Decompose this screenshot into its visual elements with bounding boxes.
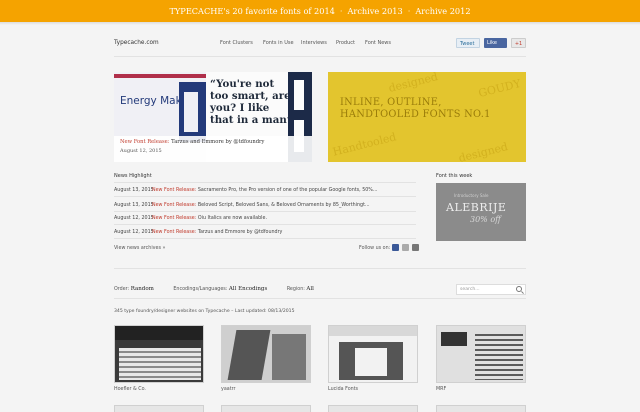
hero-right-feature[interactable]: designed GOUDY Handtooled designed INLIN…	[328, 72, 526, 162]
bg-word: designed	[457, 140, 510, 162]
top-bar-links: TYPECACHE's 20 favorite fonts of 2014 · Ar…	[0, 0, 640, 22]
order-label: Order:	[114, 287, 130, 292]
foundry-thumbnail[interactable]	[328, 325, 418, 383]
fotw-intro: Introductory Sale	[454, 193, 489, 198]
bg-word: Handtooled	[331, 130, 398, 159]
fotw-offer: 30% off	[470, 215, 501, 224]
font-this-week-heading: Font this week	[436, 173, 473, 179]
thumb-header	[115, 326, 203, 340]
encodings-label: Encodings/Languages:	[173, 287, 228, 292]
thumb-shape	[227, 330, 271, 380]
news-text: Oiu Italics are now available.	[196, 216, 267, 221]
encodings-select[interactable]: All Encodings	[229, 286, 267, 292]
section-divider	[114, 268, 526, 269]
caption-text: Tarzus and Emmore by @tdfoundry	[169, 139, 265, 145]
tweet-button[interactable]: Tweet	[456, 38, 480, 48]
quote-text: “You're not too smart, are you? I like t…	[210, 78, 293, 126]
nav-interviews[interactable]: Interviews	[301, 40, 327, 46]
facebook-icon[interactable]	[392, 244, 399, 251]
foundry-thumbnail-next[interactable]	[221, 405, 311, 412]
news-archives-link[interactable]: View news archives »	[114, 246, 165, 251]
news-text: Tarzus and Emmore by @tdfoundry	[196, 230, 283, 235]
news-item[interactable]: August 12, 2015New Font Release: Oiu Ita…	[114, 212, 416, 225]
region-label: Region:	[286, 287, 305, 292]
foundry-thumbnail-next[interactable]	[436, 405, 526, 412]
thumb-specimen	[119, 348, 201, 380]
nav-product[interactable]: Product	[336, 40, 355, 46]
bg-word: designed	[387, 72, 440, 95]
fotw-name: ALEBRIJE	[446, 201, 507, 214]
search-placeholder: search...	[460, 287, 480, 292]
listing-count: 345 type foundry/designer websites on Ty…	[114, 309, 295, 314]
foundry-name[interactable]: Lucida Fonts	[328, 387, 358, 392]
caption-tag: New Font Release:	[120, 139, 170, 145]
thumb-specimen	[475, 334, 523, 380]
foundry-name[interactable]: Hoefler & Co.	[114, 387, 146, 392]
order-select[interactable]: Random	[131, 286, 154, 292]
news-divider	[114, 182, 416, 183]
thumb-logo	[441, 332, 467, 346]
specimen-bar	[114, 74, 206, 78]
thumb-shape	[272, 334, 306, 380]
hero-caption-date: August 12, 2015	[120, 148, 162, 154]
news-date: August 12, 2015	[114, 230, 154, 235]
like-label: Like	[487, 40, 497, 46]
hero-right-headline: INLINE, OUTLINE, HANDTOOLED FONTS NO.1	[340, 97, 491, 120]
news-date: August 12, 2015	[114, 216, 154, 221]
numeral-counter	[184, 92, 198, 132]
separator: ·	[339, 6, 343, 16]
region-select[interactable]: All	[306, 286, 314, 292]
archive-2013-link[interactable]: Archive 2013	[348, 6, 403, 16]
search-input[interactable]: search...	[456, 284, 526, 295]
archive-2012-link[interactable]: Archive 2012	[415, 6, 470, 16]
foundry-thumbnail[interactable]	[221, 325, 311, 383]
separator: ·	[407, 6, 411, 16]
hero-caption[interactable]: New Font Release: Tarzus and Emmore by @…	[114, 136, 312, 162]
thumb-specimen-counter	[355, 348, 387, 376]
news-item[interactable]: August 13, 2015New Font Release: Sacrame…	[114, 184, 416, 197]
news-tag: New Font Release:	[152, 188, 197, 193]
news-item[interactable]: August 12, 2015New Font Release: Tarzus …	[114, 226, 416, 239]
facebook-like-button[interactable]: Like	[484, 38, 507, 48]
news-tag: New Font Release:	[152, 216, 197, 221]
news-item[interactable]: August 13, 2015New Font Release: Beloved…	[114, 199, 416, 212]
search-icon[interactable]	[516, 286, 522, 292]
filter-divider	[114, 298, 526, 299]
hero-caption-title: New Font Release: Tarzus and Emmore by @…	[120, 139, 306, 145]
foundry-thumbnail-next[interactable]	[114, 405, 204, 412]
pinterest-icon[interactable]	[412, 244, 419, 251]
news-tag: New Font Release:	[152, 203, 197, 208]
header-divider	[114, 56, 526, 57]
filter-bar: Order: Random Encodings/Languages: All E…	[114, 286, 314, 292]
foundry-thumbnail-next[interactable]	[328, 405, 418, 412]
foundry-thumbnail[interactable]	[436, 325, 526, 383]
font-this-week-banner[interactable]: Introductory Sale ALEBRIJE 30% off	[436, 183, 526, 241]
site-logo[interactable]: Typecache.com	[114, 40, 159, 46]
nav-fonts-in-use[interactable]: Fonts in Use	[263, 40, 294, 46]
thumb-header	[329, 326, 417, 336]
news-tag: New Font Release:	[152, 230, 197, 235]
favorite-fonts-link[interactable]: TYPECACHE's 20 favorite fonts of 2014	[169, 6, 334, 16]
letter-h-crossbar	[288, 110, 312, 120]
foundry-thumbnail[interactable]	[114, 325, 204, 383]
news-highlight-heading: News Highlight	[114, 173, 152, 179]
nav-font-clusters[interactable]: Font Clusters	[220, 40, 253, 46]
nav-font-news[interactable]: Font News	[365, 40, 391, 46]
news-text: Sacramento Pro, the Pro version of one o…	[196, 188, 378, 193]
tweet-label: Tweet	[460, 41, 475, 47]
google-plus-button[interactable]: +1	[511, 38, 526, 48]
twitter-icon[interactable]	[402, 244, 409, 251]
top-bar-shadow	[0, 22, 640, 25]
foundry-name[interactable]: yaatrr	[221, 387, 235, 392]
news-date: August 13, 2015	[114, 203, 154, 208]
news-text: Beloved Script, Beloved Sans, & Beloved …	[196, 203, 370, 208]
gplus-label: +1	[514, 41, 523, 47]
follow-label: Follow us on:	[359, 246, 391, 251]
news-date: August 13, 2015	[114, 188, 154, 193]
foundry-name[interactable]: MRF	[436, 387, 446, 392]
